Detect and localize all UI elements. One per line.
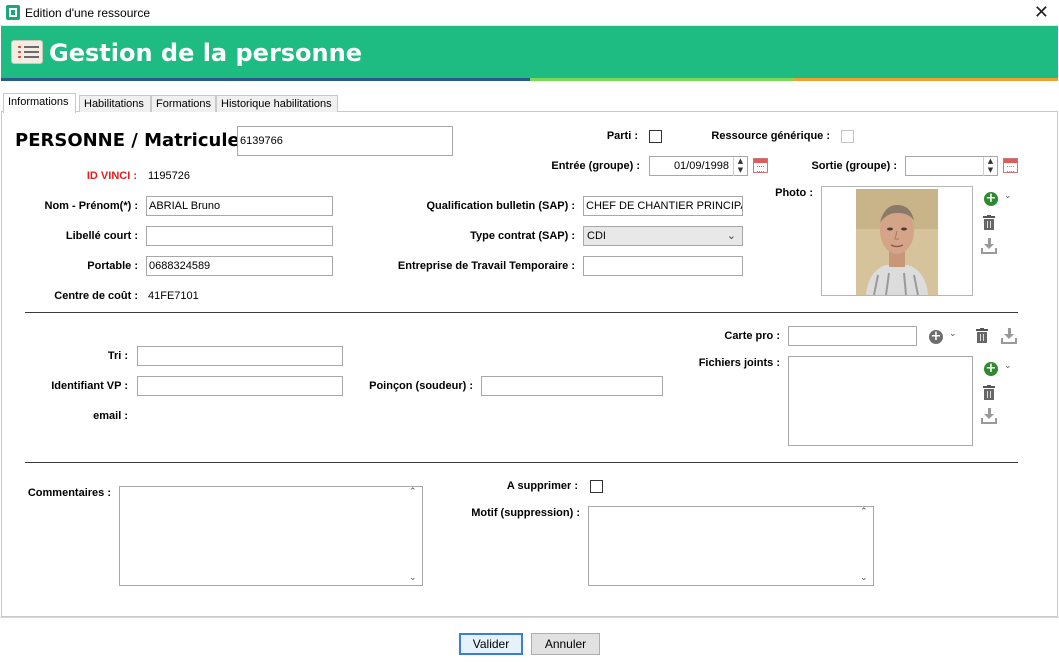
spin-down-icon[interactable]: ▼ [984, 166, 997, 175]
carte-pro-label: Carte pro : [724, 330, 780, 342]
header-stripe-green [530, 78, 794, 81]
download-carte-pro-icon[interactable] [1001, 328, 1017, 344]
chevron-down-icon[interactable]: ⌄ [1004, 361, 1012, 371]
spin-up-icon[interactable]: ▲ [734, 157, 747, 166]
photo-frame [821, 186, 973, 296]
libelle-court-input[interactable] [146, 226, 333, 246]
scroll-down-icon[interactable]: ⌄ [409, 573, 417, 583]
app-icon [6, 5, 20, 20]
matricule-input[interactable]: 6139766 [237, 126, 453, 156]
scroll-up-icon[interactable]: ⌃ [409, 487, 417, 497]
tab-informations[interactable]: Informations [3, 93, 76, 113]
chevron-down-icon[interactable]: ⌄ [1004, 191, 1012, 201]
section-divider [25, 312, 1018, 313]
portable-label: Portable : [87, 260, 138, 272]
photo-label: Photo : [775, 187, 813, 199]
header-stripe-orange [794, 78, 1058, 81]
id-vinci-value: 1195726 [148, 170, 191, 182]
qualification-input[interactable]: CHEF DE CHANTIER PRINCIPAL [583, 196, 743, 216]
entree-label: Entrée (groupe) : [551, 160, 640, 172]
entree-spinner[interactable]: ▲ ▼ [733, 157, 747, 176]
person-title: PERSONNE / Matricule [15, 130, 240, 151]
carte-pro-input[interactable] [788, 326, 917, 346]
a-supprimer-checkbox[interactable] [590, 480, 603, 493]
validate-button[interactable]: Valider [459, 633, 523, 655]
sortie-calendar-icon[interactable] [1003, 158, 1018, 173]
centre-cout-label: Centre de coût : [54, 290, 138, 302]
header-stripe-blue [1, 78, 530, 81]
cancel-button[interactable]: Annuler [531, 633, 600, 655]
motif-label: Motif (suppression) : [471, 507, 580, 519]
qualification-label: Qualification bulletin (SAP) : [426, 200, 576, 212]
ett-input[interactable] [583, 256, 743, 276]
poincon-input[interactable] [481, 376, 663, 396]
motif-textarea[interactable]: ⌃ ⌄ [588, 506, 874, 586]
footer-divider [0, 617, 1059, 618]
type-contrat-value: CDI [587, 230, 606, 242]
tri-label: Tri : [107, 350, 128, 362]
nom-prenom-label: Nom - Prénom(*) : [44, 200, 139, 212]
nom-prenom-input[interactable]: ABRIAL Bruno [146, 196, 333, 216]
list-icon [11, 40, 43, 64]
close-icon[interactable]: ✕ [1034, 2, 1049, 23]
section-divider [25, 462, 1018, 463]
identifiant-vp-label: Identifiant VP : [51, 380, 128, 392]
scroll-up-icon[interactable]: ⌃ [860, 507, 868, 517]
tab-habilitations[interactable]: Habilitations [79, 95, 151, 112]
type-contrat-label: Type contrat (SAP) : [470, 230, 575, 242]
scrollbar[interactable]: ⌃ ⌄ [858, 507, 873, 585]
spin-down-icon[interactable]: ▼ [734, 166, 747, 175]
sortie-label: Sortie (groupe) : [811, 160, 897, 172]
id-vinci-label: ID VINCI : [86, 170, 137, 182]
fichiers-joints-label: Fichiers joints : [698, 357, 780, 369]
ett-label: Entreprise de Travail Temporaire : [397, 260, 575, 272]
ressource-generique-label: Ressource générique : [711, 130, 830, 142]
sortie-spinner[interactable]: ▲ ▼ [983, 157, 997, 176]
commentaires-textarea[interactable]: ⌃ ⌄ [119, 486, 423, 586]
spin-up-icon[interactable]: ▲ [984, 157, 997, 166]
entree-calendar-icon[interactable] [753, 158, 768, 173]
page-header: Gestion de la personne [1, 26, 1058, 78]
fichiers-joints-list[interactable] [788, 356, 973, 446]
libelle-court-label: Libellé court : [65, 230, 138, 242]
person-photo [856, 189, 938, 295]
delete-photo-icon[interactable] [983, 215, 995, 230]
a-supprimer-label: A supprimer : [506, 480, 578, 492]
add-file-icon[interactable]: + [984, 362, 998, 376]
email-label: email : [93, 410, 128, 422]
centre-cout-value: 41FE7101 [148, 290, 199, 302]
window-titlebar: Edition d'une ressource ✕ [0, 0, 1059, 26]
parti-label: Parti : [606, 130, 638, 142]
ressource-generique-checkbox[interactable] [841, 130, 854, 143]
chevron-down-icon: ⌄ [726, 229, 736, 242]
scrollbar[interactable]: ⌃ ⌄ [407, 487, 422, 585]
window-title: Edition d'une ressource [25, 6, 151, 20]
delete-carte-pro-icon[interactable] [976, 328, 988, 343]
identifiant-vp-input[interactable] [137, 376, 343, 396]
download-file-icon[interactable] [981, 408, 997, 424]
tab-formations[interactable]: Formations [151, 95, 216, 112]
add-photo-icon[interactable]: + [984, 192, 998, 206]
delete-file-icon[interactable] [983, 385, 995, 400]
tri-input[interactable] [137, 346, 343, 366]
chevron-down-icon[interactable]: ⌄ [949, 329, 957, 339]
commentaires-label: Commentaires : [27, 487, 111, 499]
poincon-label: Poinçon (soudeur) : [369, 380, 473, 392]
parti-checkbox[interactable] [649, 130, 662, 143]
tab-historique-habilitations[interactable]: Historique habilitations [216, 95, 338, 112]
scroll-down-icon[interactable]: ⌄ [860, 573, 868, 583]
add-carte-pro-icon[interactable]: + [929, 330, 943, 344]
portable-input[interactable]: 0688324589 [146, 256, 333, 276]
page-title: Gestion de la personne [49, 39, 362, 67]
type-contrat-select[interactable]: CDI ⌄ [583, 226, 743, 246]
download-photo-icon[interactable] [981, 238, 997, 254]
